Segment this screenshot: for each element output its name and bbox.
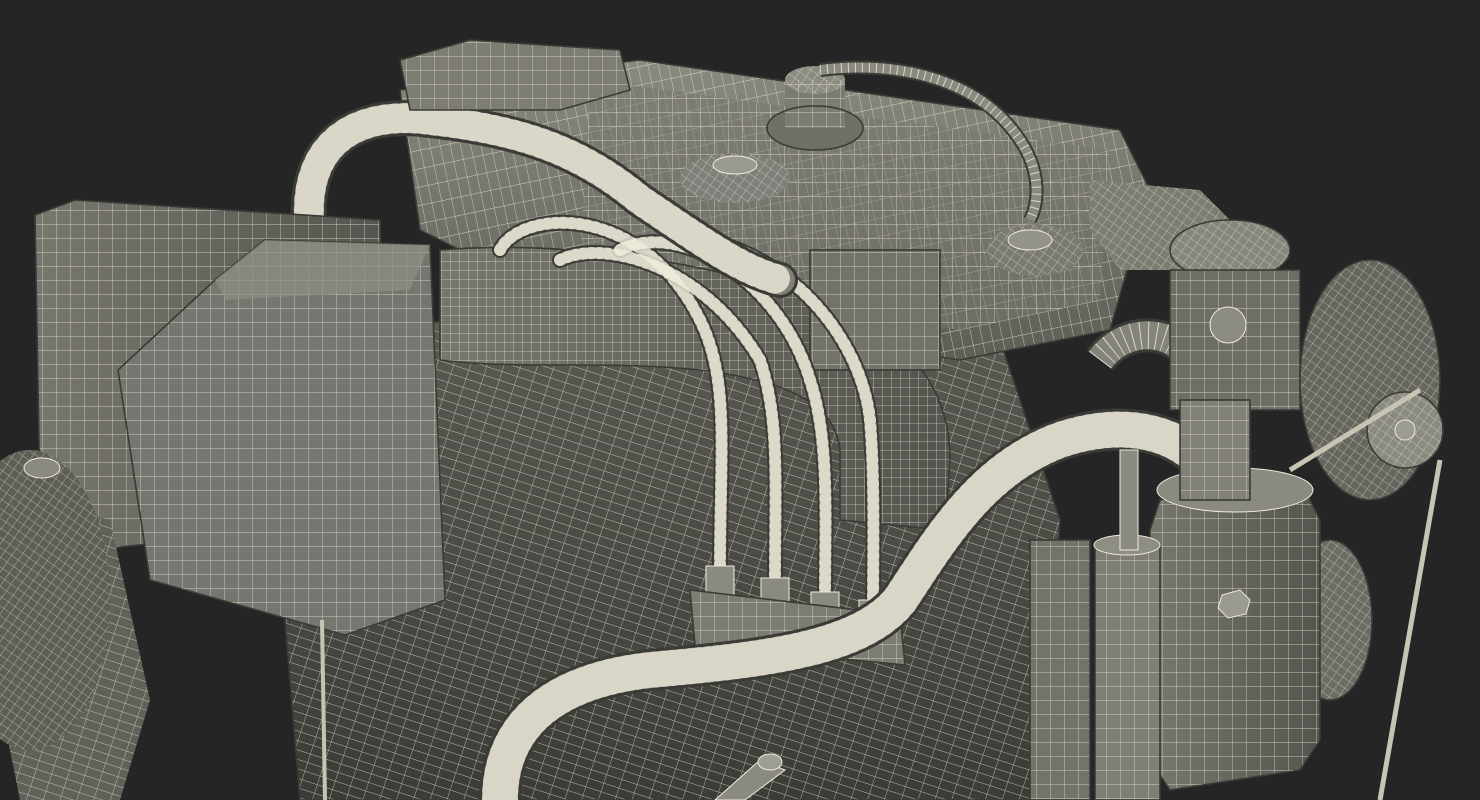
water-pump [1169, 269, 1301, 411]
engine-wireframe-render [0, 39, 1444, 800]
thermostat-housing [1090, 180, 1291, 281]
fan-pulley [1366, 391, 1444, 469]
fuel-filter [1149, 467, 1321, 791]
filter-mount [1179, 399, 1251, 501]
breather-dome [680, 153, 790, 203]
rocker-housing [399, 39, 631, 111]
rear-cap [987, 224, 1083, 276]
